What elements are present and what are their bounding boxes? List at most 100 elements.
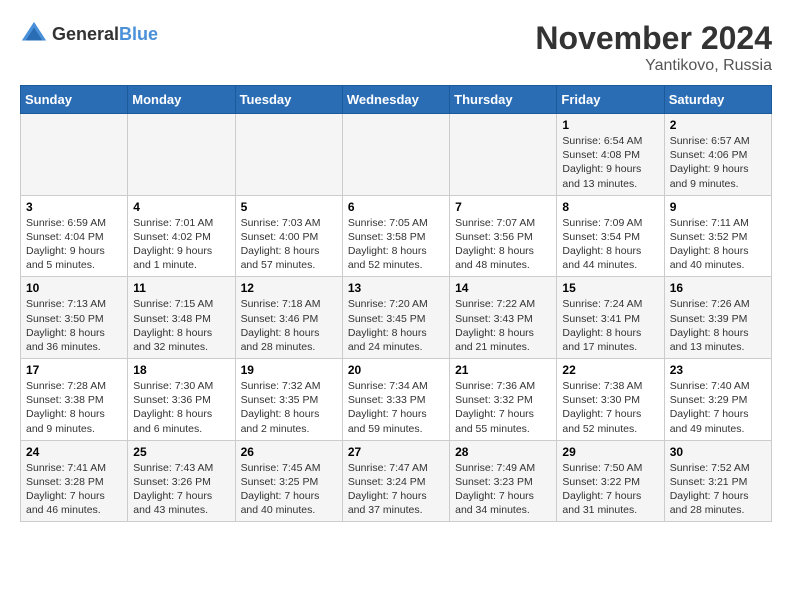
day-number: 5: [241, 200, 337, 214]
day-info: Sunrise: 7:43 AM Sunset: 3:26 PM Dayligh…: [133, 461, 229, 518]
calendar-cell: 7 Sunrise: 7:07 AM Sunset: 3:56 PM Daylig…: [450, 195, 557, 277]
logo-blue: Blue: [119, 24, 158, 44]
day-info: Sunrise: 7:13 AM Sunset: 3:50 PM Dayligh…: [26, 297, 122, 354]
day-number: 28: [455, 445, 551, 459]
day-number: 12: [241, 281, 337, 295]
day-info: Sunrise: 7:01 AM Sunset: 4:02 PM Dayligh…: [133, 216, 229, 273]
day-info: Sunrise: 7:05 AM Sunset: 3:58 PM Dayligh…: [348, 216, 444, 273]
logo: GeneralBlue: [20, 20, 158, 48]
calendar-cell: 30 Sunrise: 7:52 AM Sunset: 3:21 PM Dayli…: [664, 440, 771, 522]
calendar-cell: 17Sunrise: 7:28 AM Sunset: 3:38 PM Dayli…: [21, 359, 128, 441]
day-number: 19: [241, 363, 337, 377]
calendar-cell: 26Sunrise: 7:45 AM Sunset: 3:25 PM Dayli…: [235, 440, 342, 522]
day-info: Sunrise: 7:22 AM Sunset: 3:43 PM Dayligh…: [455, 297, 551, 354]
day-number: 17: [26, 363, 122, 377]
logo-text: GeneralBlue: [52, 24, 158, 45]
day-info: Sunrise: 7:32 AM Sunset: 3:35 PM Dayligh…: [241, 379, 337, 436]
day-number: 9: [670, 200, 766, 214]
calendar-cell: 12 Sunrise: 7:18 AM Sunset: 3:46 PM Dayli…: [235, 277, 342, 359]
calendar-cell: [342, 114, 449, 196]
calendar-week-5: 24Sunrise: 7:41 AM Sunset: 3:28 PM Dayli…: [21, 440, 772, 522]
weekday-header-sunday: Sunday: [21, 86, 128, 114]
calendar-cell: [450, 114, 557, 196]
day-info: Sunrise: 7:20 AM Sunset: 3:45 PM Dayligh…: [348, 297, 444, 354]
weekday-header-saturday: Saturday: [664, 86, 771, 114]
calendar-cell: 21 Sunrise: 7:36 AM Sunset: 3:32 PM Dayli…: [450, 359, 557, 441]
calendar-cell: 29 Sunrise: 7:50 AM Sunset: 3:22 PM Dayli…: [557, 440, 664, 522]
calendar-cell: 13 Sunrise: 7:20 AM Sunset: 3:45 PM Dayli…: [342, 277, 449, 359]
day-info: Sunrise: 7:41 AM Sunset: 3:28 PM Dayligh…: [26, 461, 122, 518]
calendar-cell: 28 Sunrise: 7:49 AM Sunset: 3:23 PM Dayli…: [450, 440, 557, 522]
day-info: Sunrise: 7:47 AM Sunset: 3:24 PM Dayligh…: [348, 461, 444, 518]
day-info: Sunrise: 7:34 AM Sunset: 3:33 PM Dayligh…: [348, 379, 444, 436]
weekday-header-wednesday: Wednesday: [342, 86, 449, 114]
day-info: Sunrise: 7:11 AM Sunset: 3:52 PM Dayligh…: [670, 216, 766, 273]
calendar-cell: 24Sunrise: 7:41 AM Sunset: 3:28 PM Dayli…: [21, 440, 128, 522]
day-info: Sunrise: 7:30 AM Sunset: 3:36 PM Dayligh…: [133, 379, 229, 436]
day-info: Sunrise: 7:18 AM Sunset: 3:46 PM Dayligh…: [241, 297, 337, 354]
calendar-cell: [128, 114, 235, 196]
calendar-cell: 15 Sunrise: 7:24 AM Sunset: 3:41 PM Dayli…: [557, 277, 664, 359]
day-number: 3: [26, 200, 122, 214]
day-info: Sunrise: 7:15 AM Sunset: 3:48 PM Dayligh…: [133, 297, 229, 354]
day-number: 8: [562, 200, 658, 214]
title-block: November 2024 Yantikovo, Russia: [535, 20, 772, 75]
weekday-header-row: SundayMondayTuesdayWednesdayThursdayFrid…: [21, 86, 772, 114]
day-number: 23: [670, 363, 766, 377]
day-number: 26: [241, 445, 337, 459]
day-info: Sunrise: 7:38 AM Sunset: 3:30 PM Dayligh…: [562, 379, 658, 436]
logo-icon: [20, 20, 48, 48]
day-info: Sunrise: 7:50 AM Sunset: 3:22 PM Dayligh…: [562, 461, 658, 518]
day-info: Sunrise: 7:49 AM Sunset: 3:23 PM Dayligh…: [455, 461, 551, 518]
day-number: 15: [562, 281, 658, 295]
day-info: Sunrise: 6:54 AM Sunset: 4:08 PM Dayligh…: [562, 134, 658, 191]
calendar-cell: 10 Sunrise: 7:13 AM Sunset: 3:50 PM Dayli…: [21, 277, 128, 359]
day-info: Sunrise: 7:26 AM Sunset: 3:39 PM Dayligh…: [670, 297, 766, 354]
calendar-cell: 4 Sunrise: 7:01 AM Sunset: 4:02 PM Daylig…: [128, 195, 235, 277]
day-info: Sunrise: 7:24 AM Sunset: 3:41 PM Dayligh…: [562, 297, 658, 354]
calendar-cell: 22Sunrise: 7:38 AM Sunset: 3:30 PM Dayli…: [557, 359, 664, 441]
day-number: 13: [348, 281, 444, 295]
calendar-cell: [21, 114, 128, 196]
day-number: 21: [455, 363, 551, 377]
location-title: Yantikovo, Russia: [535, 57, 772, 75]
weekday-header-monday: Monday: [128, 86, 235, 114]
day-number: 1: [562, 118, 658, 132]
weekday-header-thursday: Thursday: [450, 86, 557, 114]
calendar-cell: 16Sunrise: 7:26 AM Sunset: 3:39 PM Dayli…: [664, 277, 771, 359]
calendar-cell: 11Sunrise: 7:15 AM Sunset: 3:48 PM Dayli…: [128, 277, 235, 359]
calendar-cell: [235, 114, 342, 196]
day-info: Sunrise: 6:57 AM Sunset: 4:06 PM Dayligh…: [670, 134, 766, 191]
day-number: 2: [670, 118, 766, 132]
weekday-header-friday: Friday: [557, 86, 664, 114]
calendar-week-1: 1 Sunrise: 6:54 AM Sunset: 4:08 PM Daylig…: [21, 114, 772, 196]
calendar-cell: 18 Sunrise: 7:30 AM Sunset: 3:36 PM Dayli…: [128, 359, 235, 441]
day-info: Sunrise: 7:36 AM Sunset: 3:32 PM Dayligh…: [455, 379, 551, 436]
day-info: Sunrise: 7:40 AM Sunset: 3:29 PM Dayligh…: [670, 379, 766, 436]
calendar-cell: 25 Sunrise: 7:43 AM Sunset: 3:26 PM Dayli…: [128, 440, 235, 522]
day-number: 20: [348, 363, 444, 377]
day-number: 7: [455, 200, 551, 214]
day-number: 10: [26, 281, 122, 295]
day-number: 25: [133, 445, 229, 459]
calendar-cell: 6Sunrise: 7:05 AM Sunset: 3:58 PM Daylig…: [342, 195, 449, 277]
day-info: Sunrise: 6:59 AM Sunset: 4:04 PM Dayligh…: [26, 216, 122, 273]
day-number: 18: [133, 363, 229, 377]
day-number: 27: [348, 445, 444, 459]
calendar-cell: 14Sunrise: 7:22 AM Sunset: 3:43 PM Dayli…: [450, 277, 557, 359]
calendar-cell: 19 Sunrise: 7:32 AM Sunset: 3:35 PM Dayli…: [235, 359, 342, 441]
day-number: 29: [562, 445, 658, 459]
day-info: Sunrise: 7:03 AM Sunset: 4:00 PM Dayligh…: [241, 216, 337, 273]
day-number: 4: [133, 200, 229, 214]
day-number: 30: [670, 445, 766, 459]
calendar-cell: 5 Sunrise: 7:03 AM Sunset: 4:00 PM Daylig…: [235, 195, 342, 277]
day-info: Sunrise: 7:07 AM Sunset: 3:56 PM Dayligh…: [455, 216, 551, 273]
logo-general: General: [52, 24, 119, 44]
calendar-table: SundayMondayTuesdayWednesdayThursdayFrid…: [20, 85, 772, 522]
calendar-week-3: 10 Sunrise: 7:13 AM Sunset: 3:50 PM Dayli…: [21, 277, 772, 359]
calendar-cell: 2 Sunrise: 6:57 AM Sunset: 4:06 PM Daylig…: [664, 114, 771, 196]
day-info: Sunrise: 7:52 AM Sunset: 3:21 PM Dayligh…: [670, 461, 766, 518]
weekday-header-tuesday: Tuesday: [235, 86, 342, 114]
calendar-week-2: 3 Sunrise: 6:59 AM Sunset: 4:04 PM Daylig…: [21, 195, 772, 277]
calendar-cell: 1 Sunrise: 6:54 AM Sunset: 4:08 PM Daylig…: [557, 114, 664, 196]
